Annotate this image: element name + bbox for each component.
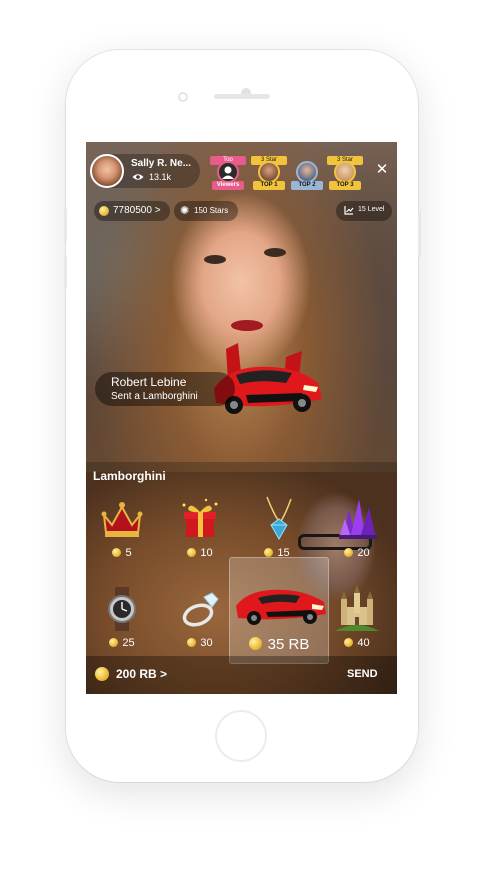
- gift-price: 20: [329, 547, 385, 559]
- volume-down-button: [64, 255, 67, 289]
- gift-item-crown[interactable]: 5: [94, 495, 150, 565]
- close-icon[interactable]: ✕: [374, 162, 390, 178]
- coins-value: 7780500 >: [113, 205, 161, 216]
- coin-icon: [248, 637, 262, 650]
- badge-label: TOP 1: [253, 181, 285, 190]
- viewers-icon: [217, 161, 239, 183]
- coin-icon: [112, 548, 122, 557]
- lamborghini-icon: [236, 589, 326, 625]
- gift-item-watch[interactable]: 25: [94, 585, 150, 655]
- gift-bottom-bar: 200 RB > SEND: [86, 656, 397, 694]
- home-button[interactable]: [215, 710, 267, 762]
- notification-sender: Robert Lebine: [111, 375, 187, 389]
- coin-icon: [187, 638, 197, 647]
- viewer-count: 13.1k: [149, 172, 172, 182]
- top-2-badge[interactable]: TOP 2: [289, 156, 325, 190]
- host-name: Sally R. Ne...: [131, 158, 192, 169]
- stars-value: 150 Stars: [194, 206, 229, 215]
- notification-message: Sent a Lamborghini: [111, 391, 198, 402]
- gift-panel-title: Lamborghini: [93, 469, 166, 483]
- power-button: [418, 210, 421, 258]
- ring-icon: [182, 592, 219, 627]
- gift-price: 40: [329, 637, 385, 649]
- coin-icon: [99, 206, 109, 216]
- balance-button[interactable]: 200 RB >: [95, 667, 167, 681]
- castle-icon: [335, 585, 379, 631]
- front-sensor: [178, 92, 188, 102]
- selected-gift-price: 35 RB: [230, 636, 328, 653]
- top-2-avatar: [296, 161, 318, 183]
- host-avatar[interactable]: [90, 154, 124, 188]
- live-stream-screen: Sally R. Ne... 13.1k Top Viewers 3 Star …: [86, 142, 397, 694]
- coin-icon: [95, 667, 109, 681]
- volume-up-button: [64, 208, 67, 242]
- gift-item-lamborghini-selected[interactable]: 35 RB: [229, 557, 329, 664]
- level-value: 15 Level: [358, 206, 385, 213]
- watch-icon: [108, 587, 136, 631]
- gift-item-gift-box[interactable]: 10: [172, 495, 228, 565]
- coin-icon: [109, 638, 119, 647]
- gift-item-castle[interactable]: 40: [329, 585, 385, 655]
- diamond-necklace-icon: [266, 496, 292, 541]
- gift-price: 30: [172, 637, 228, 649]
- star-burst-icon: ✺: [180, 205, 190, 217]
- streamer-lips: [231, 320, 263, 331]
- gift-price: 5: [94, 547, 150, 559]
- stars-pill[interactable]: ✺ 150 Stars: [174, 201, 238, 221]
- gift-price: 25: [94, 637, 150, 649]
- gift-box-icon: [182, 498, 218, 537]
- gift-item-purple-crystals[interactable]: 20: [329, 495, 385, 565]
- earpiece-speaker: [214, 94, 270, 99]
- streamer-right-eye: [264, 248, 286, 257]
- coin-icon: [187, 548, 197, 557]
- eye-icon: [132, 174, 144, 180]
- coins-pill[interactable]: 7780500 >: [94, 201, 170, 221]
- level-pill[interactable]: 15 Level: [336, 201, 392, 221]
- badge-label: TOP 2: [291, 181, 323, 190]
- top-3-avatar: [334, 161, 356, 183]
- badge-label: TOP 3: [329, 181, 361, 190]
- gift-notification: Robert Lebine Sent a Lamborghini: [95, 372, 235, 406]
- top-1-badge[interactable]: 3 Star TOP 1: [251, 156, 287, 190]
- coin-icon: [264, 548, 274, 557]
- badge-label: Viewers: [212, 181, 244, 190]
- purple-crystals-icon: [339, 499, 377, 539]
- streamer-left-eye: [204, 255, 226, 264]
- coin-icon: [344, 548, 354, 557]
- send-button[interactable]: SEND: [347, 668, 378, 680]
- coin-icon: [344, 638, 354, 647]
- gift-item-diamond-necklace[interactable]: 15: [249, 495, 305, 565]
- top-1-avatar: [258, 161, 280, 183]
- chart-icon: [344, 206, 354, 215]
- top-viewers-badge[interactable]: Top Viewers: [210, 156, 246, 190]
- top-3-badge[interactable]: 3 Star TOP 3: [327, 156, 363, 190]
- crown-icon: [101, 502, 143, 537]
- gift-item-ring[interactable]: 30: [172, 585, 228, 655]
- gift-price: 10: [172, 547, 228, 559]
